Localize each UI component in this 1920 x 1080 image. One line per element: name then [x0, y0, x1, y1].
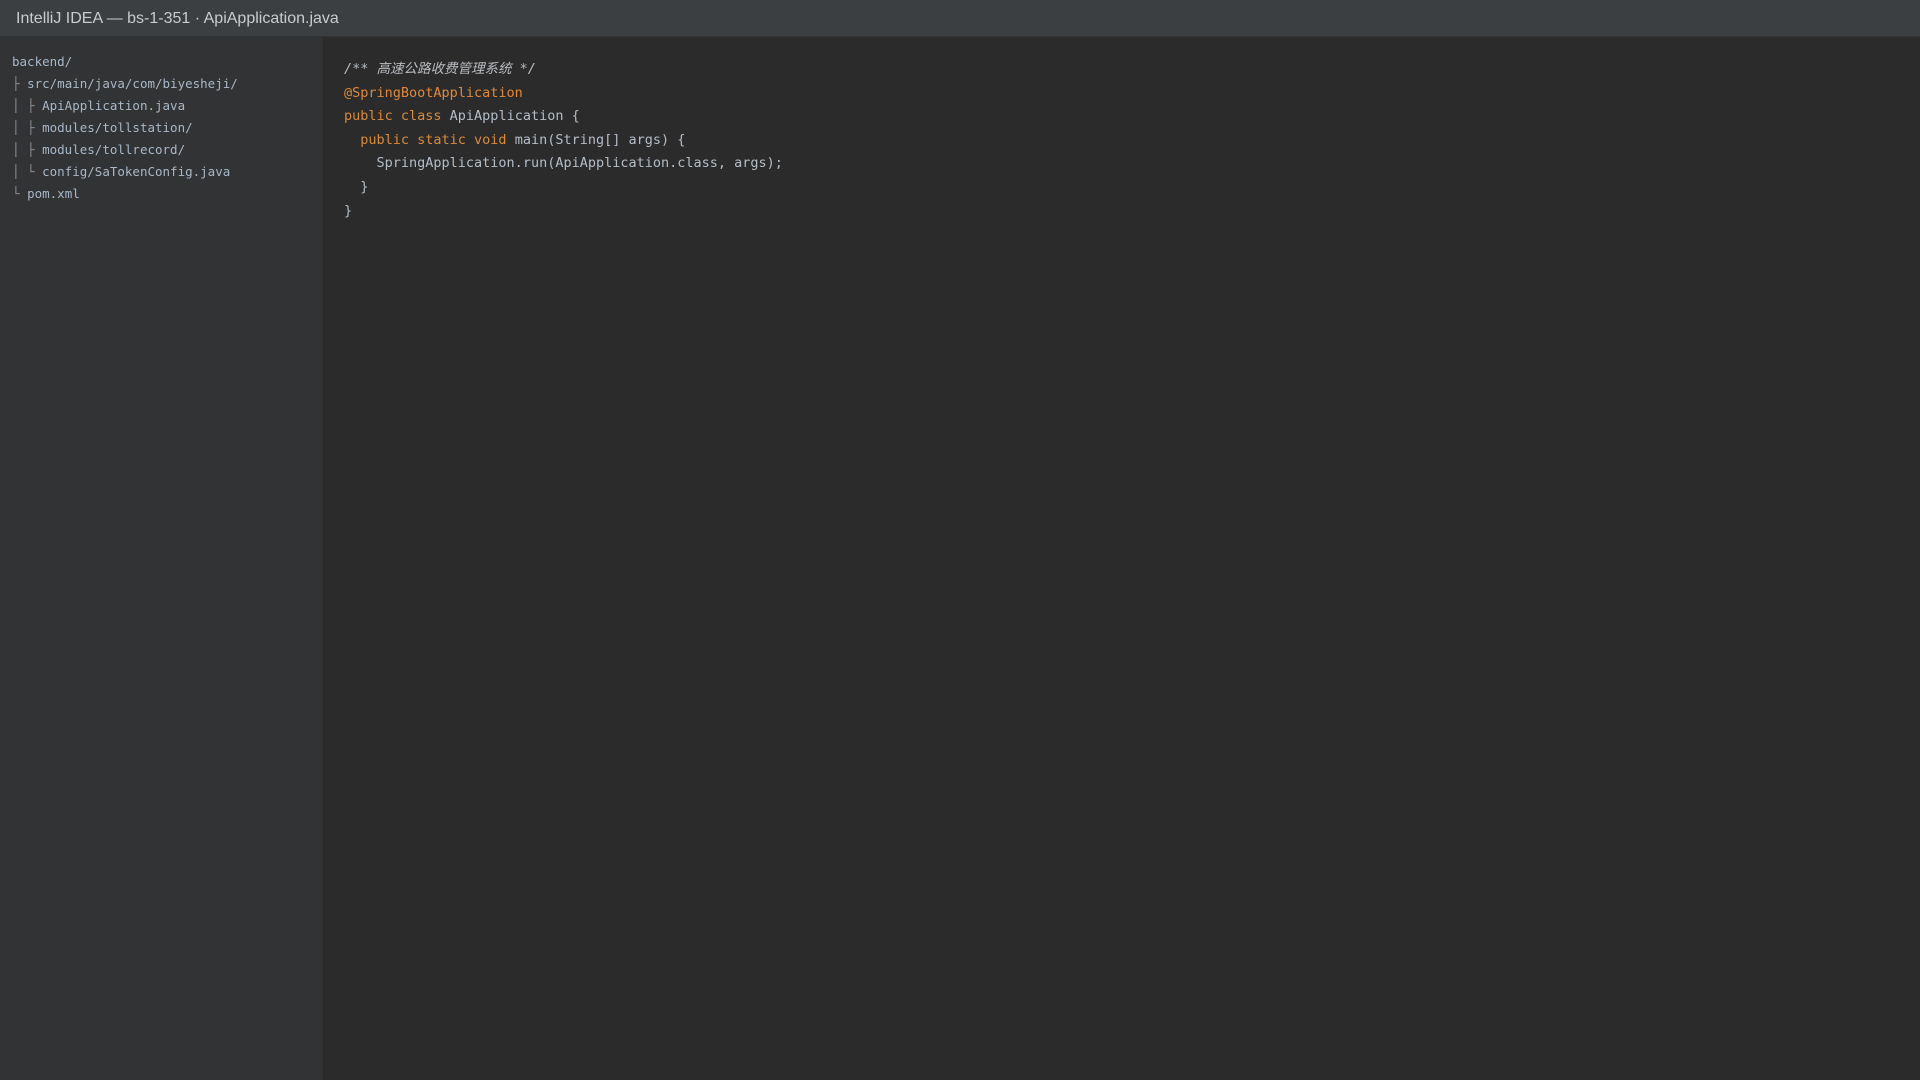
- code-line: @SpringBootApplication: [344, 82, 1920, 106]
- code-text: }: [360, 178, 369, 195]
- code-keyword: public class: [344, 108, 450, 125]
- code-comment: /** 高速公路收费管理系统 */: [344, 61, 536, 77]
- code-line: SpringApplication.run(ApiApplication.cla…: [344, 152, 1920, 176]
- project-tree[interactable]: backend/ ├ src/main/java/com/biyesheji/ …: [0, 37, 324, 1080]
- tree-item-label: src/main/java/com/biyesheji/: [27, 76, 238, 91]
- tree-item-apiapplication[interactable]: │ ├ ApiApplication.java: [0, 95, 323, 117]
- tree-guide: │ └: [12, 164, 43, 179]
- tree-item-label: modules/tollrecord/: [42, 142, 186, 157]
- code-line: }: [344, 200, 1920, 224]
- tree-item-tollrecord[interactable]: │ ├ modules/tollrecord/: [0, 139, 323, 161]
- window-title: IntelliJ IDEA — bs-1-351 · ApiApplicatio…: [0, 0, 1920, 37]
- tree-item-satokenconfig[interactable]: │ └ config/SaTokenConfig.java: [0, 161, 323, 183]
- code-text: main(String[] args) {: [514, 131, 686, 148]
- tree-item-src-package[interactable]: ├ src/main/java/com/biyesheji/: [0, 73, 323, 95]
- code-line: public class ApiApplication {: [344, 105, 1920, 129]
- tree-item-label: config/SaTokenConfig.java: [42, 164, 231, 179]
- tree-item-tollstation[interactable]: │ ├ modules/tollstation/: [0, 117, 323, 139]
- tree-guide: ├: [12, 76, 28, 91]
- code-text: ApiApplication {: [449, 108, 580, 125]
- tree-item-label: pom.xml: [27, 186, 80, 201]
- code-keyword: public static void: [360, 131, 515, 148]
- tree-guide: │ ├: [12, 120, 43, 135]
- tree-guide: │ ├: [12, 142, 43, 157]
- code-line: public static void main(String[] args) {: [344, 129, 1920, 153]
- tree-item-pom[interactable]: └ pom.xml: [0, 183, 323, 205]
- tree-guide: │ ├: [12, 98, 43, 113]
- code-line: /** 高速公路收费管理系统 */: [344, 58, 1920, 82]
- tree-item-backend[interactable]: backend/: [0, 51, 323, 73]
- code-editor[interactable]: /** 高速公路收费管理系统 */ @SpringBootApplication…: [324, 37, 1920, 1080]
- code-line: }: [344, 176, 1920, 200]
- code-text: }: [344, 202, 353, 219]
- tree-item-label: modules/tollstation/: [42, 120, 193, 135]
- tree-guide: └: [12, 186, 28, 201]
- tree-item-label: ApiApplication.java: [42, 98, 186, 113]
- tree-item-label: backend/: [12, 54, 73, 69]
- code-annotation: @SpringBootApplication: [344, 84, 523, 101]
- code-text: SpringApplication.run(ApiApplication.cla…: [376, 155, 783, 172]
- ide-window: IntelliJ IDEA — bs-1-351 · ApiApplicatio…: [0, 0, 1920, 1080]
